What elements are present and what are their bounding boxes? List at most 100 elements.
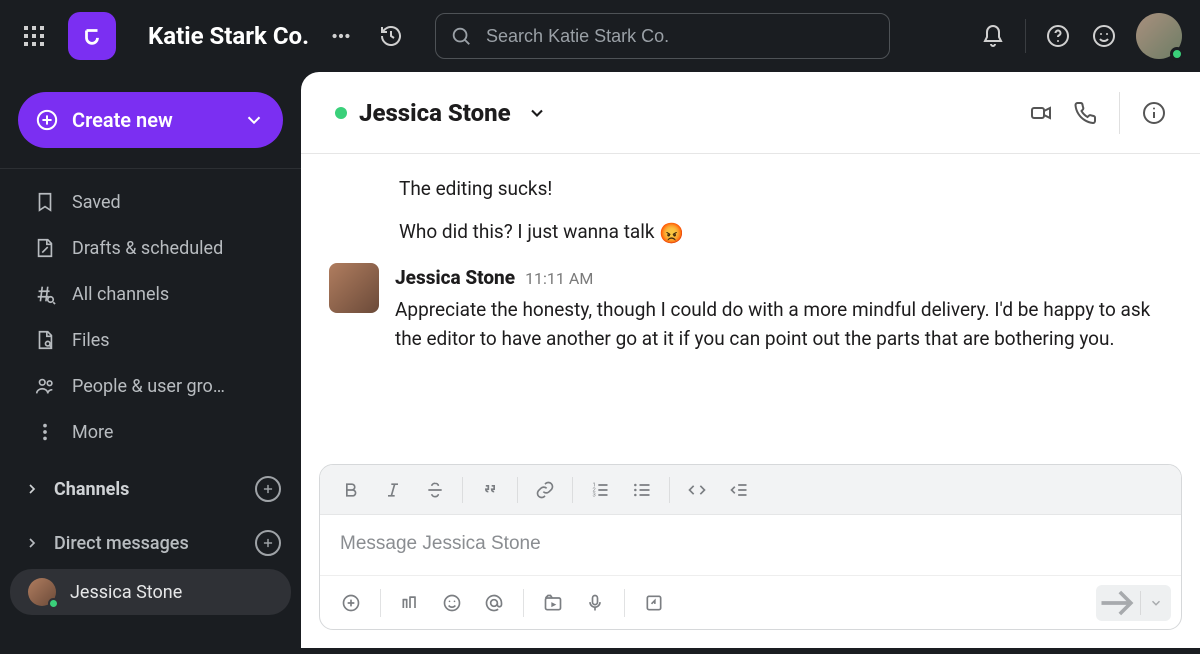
phone-call-icon[interactable] xyxy=(1065,93,1105,133)
video-call-icon[interactable] xyxy=(1021,93,1061,133)
chevron-down-icon[interactable] xyxy=(527,103,547,123)
dm-avatar xyxy=(28,578,56,606)
history-icon[interactable] xyxy=(371,16,411,56)
file-icon xyxy=(34,329,56,351)
plus-circle-icon xyxy=(36,109,58,131)
code-button[interactable] xyxy=(676,471,718,509)
svg-text:3: 3 xyxy=(593,492,596,498)
sidebar-item-label: More xyxy=(72,422,113,443)
more-vertical-icon xyxy=(34,421,56,443)
chevron-down-icon xyxy=(243,109,265,131)
user-avatar[interactable] xyxy=(1136,13,1182,59)
sidebar-item-label: People & user gro… xyxy=(72,376,225,397)
sidebar-item-drafts[interactable]: Drafts & scheduled xyxy=(8,227,293,269)
message-input[interactable] xyxy=(340,533,1161,555)
italic-button[interactable] xyxy=(372,471,414,509)
toolbar-separator xyxy=(380,589,381,617)
create-new-label: Create new xyxy=(72,108,229,132)
mention-button[interactable] xyxy=(473,584,515,622)
shortcuts-button[interactable] xyxy=(633,584,675,622)
section-title: Channels xyxy=(54,479,241,500)
toolbar-separator xyxy=(517,477,518,503)
codeblock-button[interactable] xyxy=(718,471,760,509)
presence-indicator xyxy=(335,107,347,119)
message-continuation: Who did this? I just wanna talk 😡 xyxy=(329,217,1172,249)
workspace-name[interactable]: Katie Stark Co. xyxy=(148,22,309,50)
blockquote-button[interactable] xyxy=(469,471,511,509)
section-direct-messages[interactable]: Direct messages xyxy=(0,523,301,563)
sidebar-item-all-channels[interactable]: All channels xyxy=(8,273,293,315)
toolbar-separator xyxy=(523,589,524,617)
add-dm-button[interactable] xyxy=(255,530,281,556)
chat-header: Jessica Stone xyxy=(301,72,1200,154)
message-avatar[interactable] xyxy=(329,263,379,313)
format-toolbar: 123 xyxy=(320,465,1181,515)
sidebar-item-saved[interactable]: Saved xyxy=(8,181,293,223)
angry-emoji: 😡 xyxy=(659,221,684,245)
message-time: 11:11 AM xyxy=(525,267,593,292)
bold-button[interactable] xyxy=(330,471,372,509)
divider xyxy=(1119,92,1120,134)
strikethrough-button[interactable] xyxy=(414,471,456,509)
presence-indicator xyxy=(1170,47,1184,61)
sidebar-item-label: Saved xyxy=(72,192,121,213)
apps-grid-icon[interactable] xyxy=(14,16,54,56)
add-channel-button[interactable] xyxy=(255,476,281,502)
section-title: Direct messages xyxy=(54,533,241,554)
search-icon xyxy=(450,25,472,47)
toolbar-separator xyxy=(572,477,573,503)
chevron-right-icon xyxy=(24,481,40,497)
message: Jessica Stone 11:11 AM Appreciate the ho… xyxy=(329,263,1172,353)
sidebar-separator xyxy=(0,168,301,169)
message-author[interactable]: Jessica Stone xyxy=(395,263,515,292)
app-logo[interactable] xyxy=(68,12,116,60)
ordered-list-button[interactable]: 123 xyxy=(579,471,621,509)
send-options-button[interactable] xyxy=(1141,585,1171,621)
create-new-button[interactable]: Create new xyxy=(18,92,283,148)
sidebar-item-people[interactable]: People & user gro… xyxy=(8,365,293,407)
emoji-button[interactable] xyxy=(431,584,473,622)
attach-button[interactable] xyxy=(330,584,372,622)
bullet-list-button[interactable] xyxy=(621,471,663,509)
sidebar-item-label: Drafts & scheduled xyxy=(72,238,223,259)
search-bar[interactable] xyxy=(435,13,890,59)
toolbar-separator xyxy=(624,589,625,617)
toolbar-separator xyxy=(669,477,670,503)
sidebar-item-label: Files xyxy=(72,330,110,351)
bookmark-icon xyxy=(34,191,56,213)
text-format-button[interactable] xyxy=(389,584,431,622)
composer: 123 xyxy=(319,464,1182,630)
divider xyxy=(1025,19,1026,53)
people-icon xyxy=(34,375,56,397)
chevron-right-icon xyxy=(24,535,40,551)
composer-bottom-bar xyxy=(320,575,1181,629)
sidebar: Create new Saved Drafts & scheduled All … xyxy=(0,72,301,654)
sidebar-item-label: All channels xyxy=(72,284,169,305)
dm-item-active[interactable]: Jessica Stone xyxy=(10,569,291,615)
workspace-menu-icon[interactable] xyxy=(321,16,361,56)
sidebar-item-files[interactable]: Files xyxy=(8,319,293,361)
audio-clip-button[interactable] xyxy=(574,584,616,622)
draft-icon xyxy=(34,237,56,259)
info-icon[interactable] xyxy=(1134,93,1174,133)
message-list: The editing sucks! Who did this? I just … xyxy=(301,154,1200,464)
chat-title[interactable]: Jessica Stone xyxy=(359,99,511,127)
section-channels[interactable]: Channels xyxy=(0,469,301,509)
dm-name: Jessica Stone xyxy=(70,582,182,603)
help-icon[interactable] xyxy=(1038,16,1078,56)
message-continuation: The editing sucks! xyxy=(329,174,1172,203)
link-button[interactable] xyxy=(524,471,566,509)
chat-panel: Jessica Stone The editing sucks! Wh xyxy=(301,72,1200,648)
sidebar-item-more[interactable]: More xyxy=(8,411,293,453)
send-button[interactable] xyxy=(1096,585,1140,621)
emoji-reaction-icon[interactable] xyxy=(1084,16,1124,56)
message-line: The editing sucks! xyxy=(399,174,1172,203)
notifications-icon[interactable] xyxy=(973,16,1013,56)
hash-search-icon xyxy=(34,283,56,305)
search-input[interactable] xyxy=(486,26,875,47)
message-line: Who did this? I just wanna talk xyxy=(399,220,655,243)
message-body: Appreciate the honesty, though I could d… xyxy=(395,295,1172,354)
presence-indicator xyxy=(48,598,59,609)
video-clip-button[interactable] xyxy=(532,584,574,622)
toolbar-separator xyxy=(462,477,463,503)
